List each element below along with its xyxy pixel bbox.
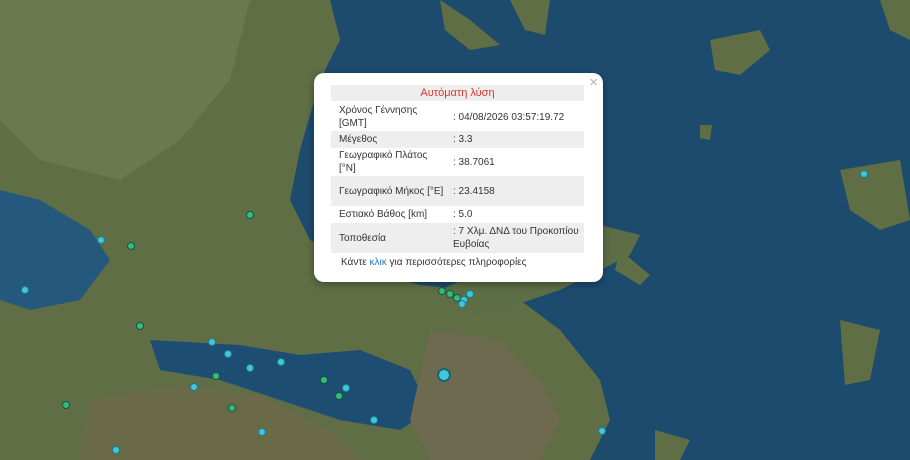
satellite-map[interactable]: × Αυτόματη λύση Χρόνος Γέννησης [GMT] : … [0,0,910,460]
earthquake-marker[interactable] [136,322,144,330]
earthquake-marker[interactable] [458,300,466,308]
more-info-link[interactable]: κλικ [370,257,387,268]
row-label: Μέγεθος [331,131,449,148]
row-value: : 3.3 [449,131,584,148]
row-value: : 04/08/2026 03:57:19.72 [453,111,565,123]
island-small [700,125,712,140]
earthquake-info-popup: × Αυτόματη λύση Χρόνος Γέννησης [GMT] : … [314,73,603,282]
popup-title: Αυτόματη λύση [331,85,584,101]
earthquake-marker[interactable] [212,372,220,380]
more-info-prefix: Κάντε [341,257,367,268]
table-row: Μέγεθος : 3.3 [331,131,584,148]
close-icon[interactable]: × [589,75,598,91]
earthquake-marker[interactable] [335,392,343,400]
table-row: Χρόνος Γέννησης [GMT] : 04/08/2026 03:57… [331,103,584,131]
earthquake-marker[interactable] [208,338,216,346]
earthquake-marker[interactable] [438,287,446,295]
earthquake-marker[interactable] [246,364,254,372]
table-row: Γεωγραφικό Μήκος [°E] : 23.4158 [331,176,584,206]
earthquake-marker[interactable] [258,428,266,436]
row-value: : 5.0 [453,209,473,220]
earthquake-marker[interactable] [598,427,606,435]
row-label: Εστιακό Βάθος [km] [339,209,428,220]
table-row: Γεωγραφικό Πλάτος [°N] : 38.7061 [331,148,584,176]
more-info-suffix: για περισσότερες πληροφορίες [389,257,527,268]
earthquake-marker[interactable] [97,236,105,244]
earthquake-marker[interactable] [342,384,350,392]
earthquake-marker[interactable] [62,401,70,409]
earthquake-marker[interactable] [190,383,198,391]
earthquake-marker[interactable] [224,350,232,358]
row-label: Γεωγραφικό Μήκος [°E] [331,176,449,206]
earthquake-marker[interactable] [277,358,285,366]
table-row: Τοποθεσία : 7 Χλμ. ΔΝΔ του Προκοπίου Ευβ… [331,223,584,253]
row-label: Γεωγραφικό Πλάτος [°N] [339,150,428,174]
row-value: : 38.7061 [453,156,495,168]
earthquake-marker[interactable] [860,170,868,178]
row-label: Χρόνος Γέννησης [GMT] [339,105,418,129]
row-value: : 23.4158 [449,176,584,206]
earthquake-marker[interactable] [127,242,135,250]
row-label: Τοποθεσία [331,223,449,253]
earthquake-marker[interactable] [21,286,29,294]
table-row: Εστιακό Βάθος [km] : 5.0 [331,206,584,223]
earthquake-marker[interactable] [246,211,254,219]
earthquake-marker[interactable] [228,404,236,412]
earthquake-marker[interactable] [112,446,120,454]
row-value: : 7 Χλμ. ΔΝΔ του Προκοπίου Ευβοίας [449,223,584,253]
earthquake-marker[interactable] [370,416,378,424]
earthquake-marker-large[interactable] [437,368,451,382]
earthquake-marker[interactable] [320,376,328,384]
earthquake-marker[interactable] [466,290,474,298]
earthquake-info-table: Χρόνος Γέννησης [GMT] : 04/08/2026 03:57… [331,103,584,253]
more-info-text: Κάντε κλικ για περισσότερες πληροφορίες [341,257,526,268]
